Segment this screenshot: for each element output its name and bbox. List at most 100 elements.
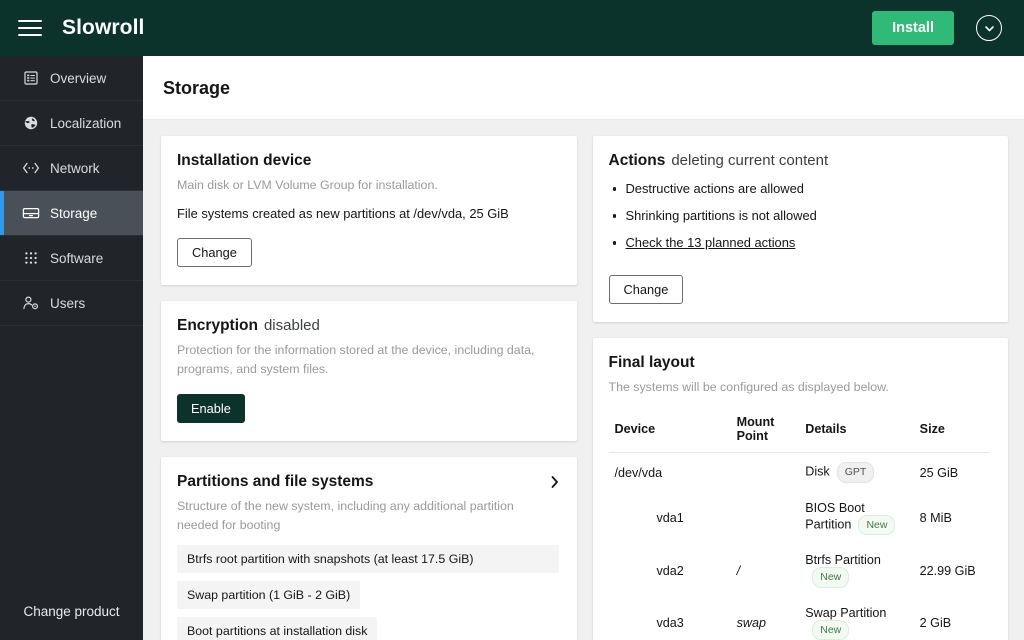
actions-bullet-item: Check the 13 planned actions xyxy=(609,234,991,252)
install-button[interactable]: Install xyxy=(872,11,954,45)
cell-mount: / xyxy=(736,563,741,578)
cell-device: /dev/vda xyxy=(614,465,663,480)
brand-title: Slowroll xyxy=(62,16,145,39)
table-row: vda2 / Btrfs PartitionNew 22.99 GiB xyxy=(609,544,991,597)
sidebar-item-network[interactable]: Network xyxy=(0,146,143,191)
partitions-description: Structure of the new system, including a… xyxy=(177,498,514,532)
details-text: Btrfs Partition xyxy=(805,553,881,568)
main-content: Storage Installation device Main disk or… xyxy=(143,56,1024,640)
change-product-button[interactable]: Change product xyxy=(9,595,133,628)
sidebar: Overview Localization Network Storage So… xyxy=(0,56,143,640)
encryption-title-text: Encryption xyxy=(177,317,258,335)
table-row: vda3 swap Swap PartitionNew 2 GiB xyxy=(608,596,990,640)
badge-new: New xyxy=(812,619,850,640)
page-title: Storage xyxy=(163,78,231,98)
body-region: Overview Localization Network Storage So… xyxy=(0,56,1024,640)
details-text: Swap Partition xyxy=(805,605,887,620)
hamburger-icon[interactable] xyxy=(16,14,44,42)
final-layout-card: Final layout The systems will be configu… xyxy=(592,338,1008,640)
cell-mount xyxy=(731,453,800,492)
cell-details: Btrfs PartitionNew xyxy=(799,544,913,597)
sidebar-item-label: Software xyxy=(50,250,104,266)
app-window: Slowroll Install Overview Localization N… xyxy=(0,0,1024,640)
sidebar-item-label: Localization xyxy=(50,115,122,131)
details-text: Disk xyxy=(805,464,830,479)
details-text: BIOS Boot Partition xyxy=(805,500,865,532)
partitions-card: Partitions and file systems Structure of… xyxy=(161,456,577,640)
list-document-icon xyxy=(22,69,40,87)
table-body: /dev/vda Disk GPT 25 GiB vda1 BIOS Boot P… xyxy=(608,453,991,640)
actions-change-button[interactable]: Change xyxy=(608,275,684,305)
cell-mount xyxy=(731,492,800,545)
code-network-icon xyxy=(22,159,40,177)
installation-device-card: Installation device Main disk or LVM Vol… xyxy=(161,136,577,286)
column-header-mount: Mount Point xyxy=(730,409,800,454)
cell-details: Swap PartitionNew xyxy=(799,596,914,640)
actions-status: deleting current content xyxy=(671,152,829,169)
cell-device: vda3 xyxy=(608,596,731,640)
encryption-title: Encryption disabled xyxy=(177,317,559,335)
table-header-row: Device Mount Point Details Size xyxy=(608,409,990,454)
chevron-right-icon[interactable] xyxy=(551,473,559,490)
cell-device: vda1 xyxy=(656,511,684,526)
partition-chip: Boot partitions at installation disk xyxy=(177,617,378,640)
encryption-status: disabled xyxy=(263,317,320,335)
sidebar-item-software[interactable]: Software xyxy=(0,236,143,281)
final-layout-description: The systems will be configured as displa… xyxy=(608,380,889,395)
sidebar-item-label: Overview xyxy=(50,70,107,86)
cell-size: 22.99 GiB xyxy=(919,563,976,578)
sidebar-item-label: Storage xyxy=(50,205,98,221)
final-layout-title: Final layout xyxy=(608,354,695,372)
installation-device-title: Installation device xyxy=(177,152,312,169)
partitions-title-row: Partitions and file systems xyxy=(177,473,559,497)
installation-device-description: Main disk or LVM Volume Group for instal… xyxy=(177,178,438,192)
column-header-device: Device xyxy=(608,409,731,454)
partition-chip: Swap partition (1 GiB - 2 GiB) xyxy=(177,581,361,610)
sidebar-nav: Overview Localization Network Storage So… xyxy=(0,56,143,326)
planned-actions-link[interactable]: Check the 13 planned actions xyxy=(626,235,796,250)
actions-title: Actions deleting current content xyxy=(609,152,991,170)
top-bar: Slowroll Install xyxy=(0,0,1024,56)
cards-grid: Installation device Main disk or LVM Vol… xyxy=(143,120,1024,640)
user-gear-icon xyxy=(22,294,40,312)
cell-mount: swap xyxy=(730,596,800,640)
installation-device-change-button[interactable]: Change xyxy=(177,238,252,268)
sidebar-footer: Change product xyxy=(0,595,143,640)
right-column: Actions deleting current content Destruct… xyxy=(592,136,1008,640)
grid-dots-icon xyxy=(22,249,40,267)
sidebar-item-label: Network xyxy=(50,160,100,176)
badge-new: New xyxy=(858,514,896,536)
cell-details: BIOS Boot Partition New xyxy=(799,492,913,545)
sidebar-item-localization[interactable]: Localization xyxy=(0,101,143,146)
actions-title-text: Actions xyxy=(608,152,666,169)
final-layout-table: Device Mount Point Details Size /dev/vda xyxy=(608,409,991,640)
actions-bullet-item: Shrinking partitions is not allowed xyxy=(609,207,991,225)
badge-gpt: GPT xyxy=(836,462,875,483)
sidebar-item-storage[interactable]: Storage xyxy=(0,191,143,236)
column-header-size: Size xyxy=(913,409,990,454)
encryption-description: Protection for the information stored at… xyxy=(177,343,535,377)
column-header-details: Details xyxy=(799,409,914,454)
left-column: Installation device Main disk or LVM Vol… xyxy=(161,136,577,640)
partitions-title: Partitions and file systems xyxy=(177,472,374,490)
page-header: Storage xyxy=(143,56,1024,120)
encryption-enable-button[interactable]: Enable xyxy=(177,393,245,423)
table-row: vda1 BIOS Boot Partition New 8 MiB xyxy=(609,492,991,545)
actions-card: Actions deleting current content Destruct… xyxy=(592,136,1008,323)
cell-device: vda2 xyxy=(656,563,684,578)
encryption-card: Encryption disabled Protection for the in… xyxy=(161,301,577,441)
cell-size: 25 GiB xyxy=(919,465,959,480)
partitions-chip-list: Btrfs root partition with snapshots (at … xyxy=(177,545,559,640)
cell-size: 2 GiB xyxy=(913,596,990,640)
table-row: /dev/vda Disk GPT 25 GiB xyxy=(609,453,991,492)
partition-chip: Btrfs root partition with snapshots (at … xyxy=(177,545,559,574)
drive-icon xyxy=(22,204,40,222)
chevron-down-circle-icon[interactable] xyxy=(976,15,1002,41)
sidebar-item-users[interactable]: Users xyxy=(0,281,143,326)
badge-new: New xyxy=(812,567,850,588)
cell-size: 8 MiB xyxy=(919,511,952,526)
cell-details: Disk GPT xyxy=(799,453,913,492)
sidebar-item-overview[interactable]: Overview xyxy=(0,56,143,101)
sidebar-item-label: Users xyxy=(50,295,86,311)
actions-bullet-list: Destructive actions are allowed Shrinkin… xyxy=(609,180,991,252)
